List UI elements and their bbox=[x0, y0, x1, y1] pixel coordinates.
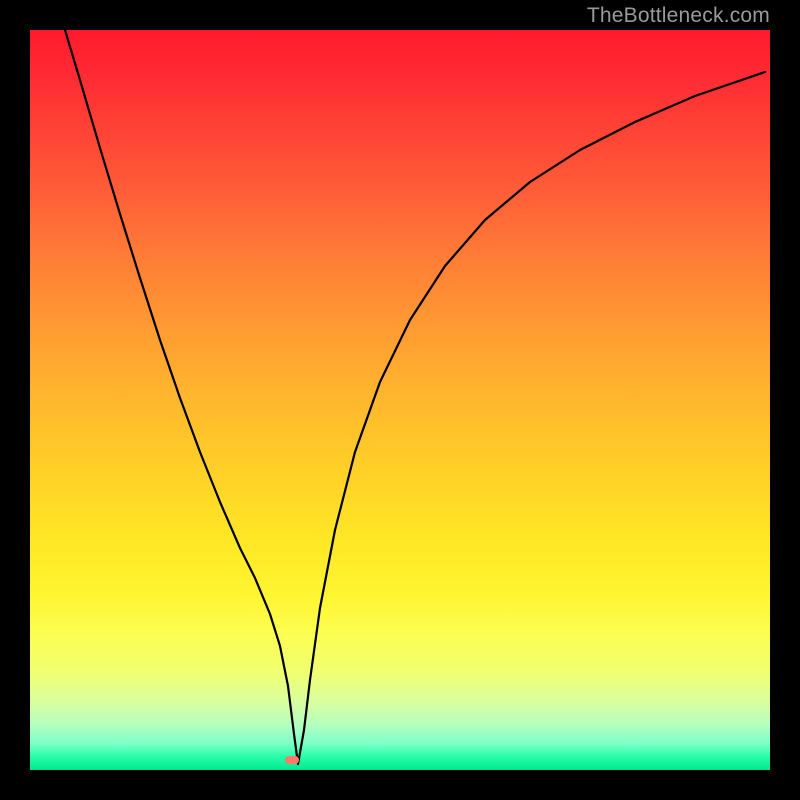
plot-area bbox=[30, 30, 770, 770]
watermark-text: TheBottleneck.com bbox=[587, 4, 770, 28]
min-marker bbox=[285, 756, 299, 764]
bottleneck-curve bbox=[30, 30, 770, 770]
chart-frame: TheBottleneck.com bbox=[0, 0, 800, 800]
